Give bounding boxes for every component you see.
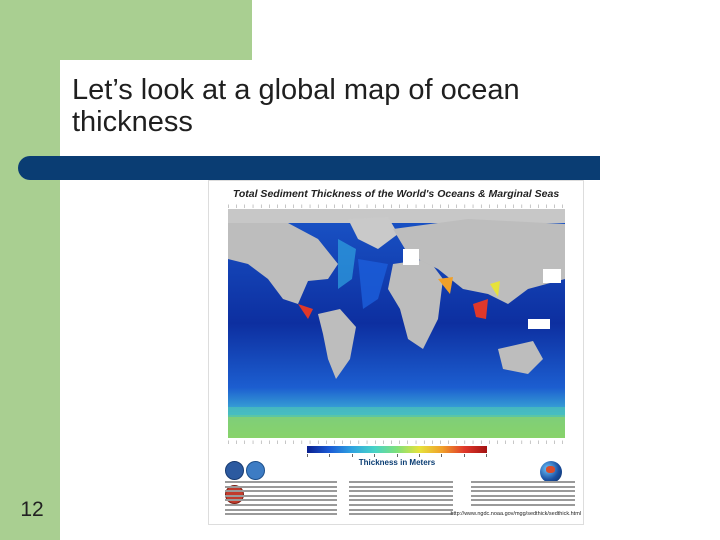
thickness-colorbar	[307, 446, 487, 453]
slide-number: 12	[20, 498, 44, 521]
left-accent-band	[0, 0, 60, 540]
agency-logo-2	[246, 461, 265, 480]
top-accent-band	[60, 0, 252, 60]
caption-column-1	[225, 481, 337, 516]
caption-column-3	[471, 481, 575, 509]
agency-logo-1	[225, 461, 244, 480]
world-sediment-map	[228, 209, 565, 438]
agency-logos	[225, 461, 287, 504]
caption-column-2	[349, 481, 453, 516]
title-underline-bar	[18, 156, 600, 180]
slide-title: Let’s look at a global map of ocean thic…	[72, 74, 520, 138]
sediment-map-figure: Total Sediment Thickness of the World's …	[209, 181, 583, 524]
colorbar-label: Thickness in Meters	[358, 458, 436, 467]
source-url[interactable]: http://www.ngdc.noaa.gov/mgg/sedthick/se…	[407, 511, 581, 517]
map-bottom-axis: | | | | | | | | | | | | | | | | | | | | …	[228, 439, 565, 444]
figure-title: Total Sediment Thickness of the World's …	[232, 188, 560, 200]
globe-icon	[540, 461, 562, 483]
